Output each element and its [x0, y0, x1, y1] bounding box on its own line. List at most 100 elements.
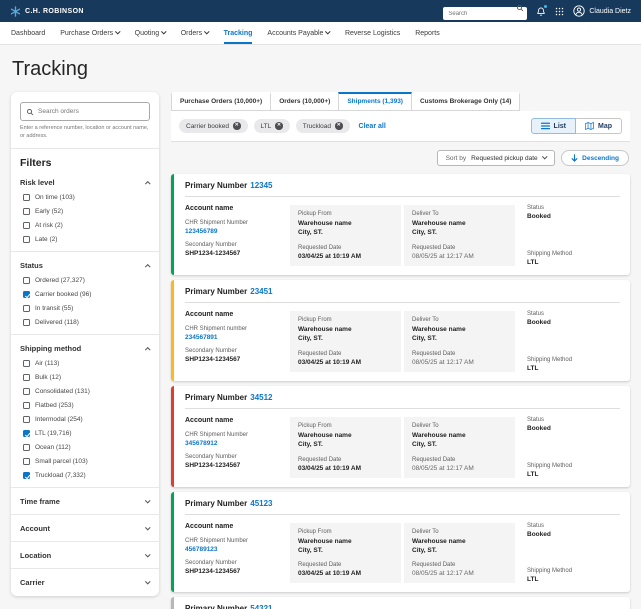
- checkbox[interactable]: [23, 472, 30, 480]
- nav-item-label: Tracking: [223, 29, 253, 37]
- list-view-button[interactable]: List: [530, 118, 576, 134]
- filter-group-header[interactable]: Carrier: [20, 578, 150, 587]
- filter-group-header[interactable]: Location: [20, 551, 150, 560]
- filter-group: Risk level On time (103) Early (52) At r…: [20, 178, 150, 244]
- pickup-warehouse: Warehouse name: [298, 220, 352, 227]
- search-icon[interactable]: [516, 4, 524, 12]
- nav-item[interactable]: Reports: [415, 22, 440, 44]
- avatar-icon: [573, 5, 586, 17]
- checkbox[interactable]: [23, 360, 30, 368]
- checkbox[interactable]: [23, 277, 30, 285]
- checkbox[interactable]: [23, 236, 30, 244]
- tab[interactable]: Orders (10,000+): [270, 92, 340, 111]
- checkbox[interactable]: [23, 305, 30, 313]
- checkbox[interactable]: [23, 402, 30, 410]
- filter-option[interactable]: Consolidated (131): [23, 388, 150, 396]
- filter-option-label: Intermodal (254): [35, 416, 83, 424]
- sort-direction-button[interactable]: Descending: [561, 150, 629, 166]
- orders-search-input[interactable]: [38, 108, 144, 115]
- tab-label: Purchase Orders (10,000+): [180, 98, 263, 105]
- nav-item[interactable]: Dashboard: [11, 22, 45, 44]
- filter-option[interactable]: In transit (55): [23, 305, 150, 313]
- checkbox[interactable]: [23, 194, 30, 202]
- account-column: Account name CHR Shipment Number 3456789…: [185, 417, 287, 478]
- deliver-panel: Deliver To Warehouse name City, ST. Reque…: [404, 522, 515, 584]
- shipment-card[interactable]: Primary Number 34512 Account name CHR Shi…: [171, 385, 630, 487]
- notifications-button[interactable]: [536, 4, 548, 17]
- filter-option[interactable]: Late (2): [23, 236, 150, 244]
- filter-option[interactable]: Intermodal (254): [23, 416, 150, 424]
- checkbox[interactable]: [23, 444, 30, 452]
- chr-shipment-number-link[interactable]: 123456789: [185, 228, 287, 235]
- filter-group-header[interactable]: Status: [20, 261, 150, 270]
- chr-shipment-number-link[interactable]: 345678912: [185, 440, 287, 447]
- map-icon: [585, 122, 594, 130]
- shipment-card[interactable]: Primary Number 45123 Account name CHR Shi…: [171, 491, 630, 593]
- checkbox[interactable]: [23, 430, 30, 438]
- checkbox[interactable]: [23, 416, 30, 424]
- filter-option-label: In transit (55): [35, 305, 74, 313]
- shipment-card[interactable]: Primary Number 12345 Account name CHR Shi…: [171, 174, 630, 275]
- filter-option[interactable]: At risk (2): [23, 222, 150, 230]
- deliver-requested-date-label: Requested Date: [412, 350, 456, 357]
- tab[interactable]: Purchase Orders (10,000+): [171, 92, 272, 111]
- filter-option[interactable]: Early (52): [23, 208, 150, 216]
- filter-option[interactable]: Carrier booked (96): [23, 291, 150, 299]
- primary-number-link[interactable]: 12345: [250, 181, 272, 190]
- checkbox[interactable]: [23, 319, 30, 327]
- remove-chip-icon[interactable]: ✕: [233, 122, 241, 130]
- checkbox[interactable]: [23, 291, 30, 299]
- primary-number-link[interactable]: 54321: [250, 604, 272, 609]
- checkbox[interactable]: [23, 222, 30, 230]
- filter-option[interactable]: On time (103): [23, 194, 150, 202]
- nav-item[interactable]: Accounts Payable: [267, 22, 331, 44]
- filter-group-header[interactable]: Risk level: [20, 178, 150, 187]
- brand-logo[interactable]: C.H. ROBINSON: [10, 5, 84, 17]
- filter-group-header[interactable]: Time frame: [20, 497, 150, 506]
- filter-option[interactable]: Truckload (7,332): [23, 472, 150, 480]
- checkbox[interactable]: [23, 374, 30, 382]
- global-search-input[interactable]: [443, 7, 528, 21]
- nav-item[interactable]: Purchase Orders: [60, 22, 121, 44]
- arrow-down-icon: [571, 154, 578, 162]
- nav-item[interactable]: Reverse Logistics: [345, 22, 400, 44]
- filter-option[interactable]: Bulk (12): [23, 374, 150, 382]
- chr-shipment-number-link[interactable]: 456789123: [185, 546, 287, 553]
- chr-shipment-number-link[interactable]: 234567891: [185, 334, 287, 341]
- tab[interactable]: Shipments (1,393): [338, 92, 412, 111]
- filter-group-header[interactable]: Account: [20, 524, 150, 533]
- filter-option[interactable]: Ordered (27,327): [23, 277, 150, 285]
- filter-group-header[interactable]: Shipping method: [20, 344, 150, 353]
- shipment-card[interactable]: Primary Number 23451 Account name CHR Shi…: [171, 279, 630, 381]
- remove-chip-icon[interactable]: ✕: [275, 122, 283, 130]
- user-menu[interactable]: Claudia Dietz: [573, 5, 631, 17]
- filter-chip[interactable]: Truckload ✕: [295, 119, 350, 133]
- nav-item[interactable]: Quoting: [135, 22, 167, 44]
- filter-option[interactable]: Ocean (112): [23, 444, 150, 452]
- filter-chip[interactable]: Carrier booked ✕: [179, 119, 248, 133]
- primary-number-link[interactable]: 23451: [250, 287, 272, 296]
- remove-chip-icon[interactable]: ✕: [335, 122, 343, 130]
- checkbox[interactable]: [23, 388, 30, 396]
- nav-item[interactable]: Tracking: [223, 22, 253, 44]
- filter-option[interactable]: Delivered (118): [23, 319, 150, 327]
- apps-grid-icon[interactable]: [555, 7, 564, 16]
- nav-item[interactable]: Orders: [181, 22, 210, 44]
- clear-all-link[interactable]: Clear all: [359, 123, 386, 130]
- primary-number-link[interactable]: 45123: [250, 499, 272, 508]
- list-label: List: [553, 122, 566, 130]
- map-view-button[interactable]: Map: [575, 118, 622, 134]
- checkbox[interactable]: [23, 458, 30, 466]
- filter-option[interactable]: Small parcel (103): [23, 458, 150, 466]
- filter-option[interactable]: Flatbed (253): [23, 402, 150, 410]
- checkbox[interactable]: [23, 208, 30, 216]
- main-nav: Dashboard Purchase Orders Quoting Orders…: [0, 22, 641, 45]
- filter-chip[interactable]: LTL ✕: [253, 119, 290, 133]
- filter-option[interactable]: LTL (19,716): [23, 430, 150, 438]
- sort-by-dropdown[interactable]: Sort by Requested pickup date: [436, 150, 556, 166]
- tab[interactable]: Customs Brokerage Only (14): [410, 92, 521, 111]
- filter-option[interactable]: Air (113): [23, 360, 150, 368]
- divider: [11, 148, 159, 150]
- primary-number-link[interactable]: 34512: [250, 393, 272, 402]
- shipment-card[interactable]: Primary Number54321 Account name CHR Shi…: [171, 597, 630, 609]
